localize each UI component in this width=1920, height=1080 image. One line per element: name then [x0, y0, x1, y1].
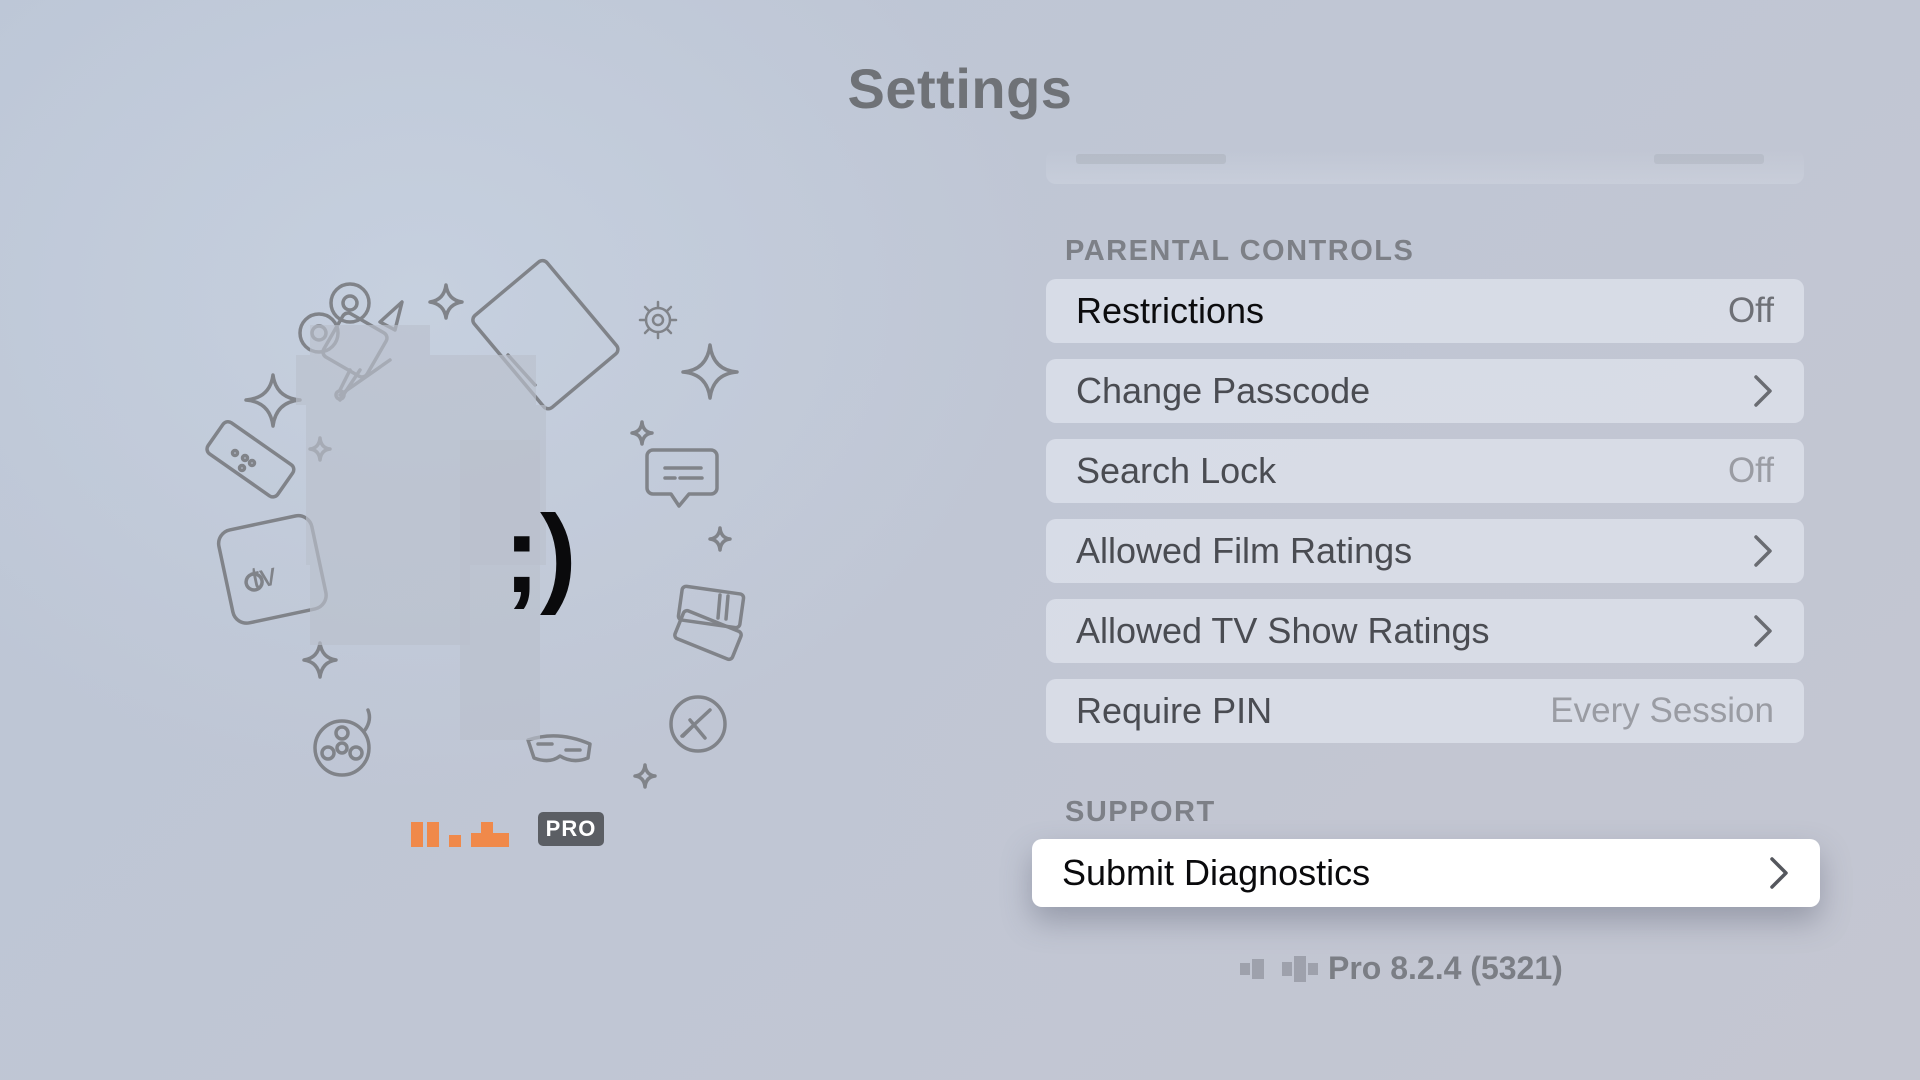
remote-icon [205, 419, 296, 499]
chevron-right-icon [1754, 375, 1772, 407]
pixelated-app-name [1240, 955, 1320, 982]
app-illustration: tv ;) PRO [190, 250, 770, 870]
row-value: Every Session [1550, 691, 1774, 730]
row-value: Off [1727, 451, 1774, 490]
subtitles-icon [645, 448, 719, 508]
allowed-film-ratings-row[interactable]: Allowed Film Ratings [1046, 519, 1804, 583]
brand-logo [411, 813, 509, 847]
chevron-right-icon [1754, 615, 1772, 647]
pro-badge: PRO [538, 812, 604, 846]
allowed-tv-show-ratings-row[interactable]: Allowed TV Show Ratings [1046, 599, 1804, 663]
search-lock-row[interactable]: Search Lock Off [1046, 439, 1804, 503]
tickets-icon [673, 584, 746, 662]
scrolled-row-above [1046, 150, 1804, 184]
submit-diagnostics-row[interactable]: Submit Diagnostics [1032, 839, 1820, 907]
row-label: Submit Diagnostics [1062, 852, 1371, 893]
film-reel-icon [313, 708, 372, 777]
row-label: Allowed TV Show Ratings [1076, 610, 1490, 651]
chevron-right-icon [1770, 857, 1788, 889]
restrictions-row[interactable]: Restrictions Off [1046, 279, 1804, 343]
change-passcode-row[interactable]: Change Passcode [1046, 359, 1804, 423]
kodi-logo-icon [669, 695, 727, 753]
chevron-right-icon [1754, 535, 1772, 567]
row-value: Off [1727, 291, 1774, 330]
require-pin-row[interactable]: Require PIN Every Session [1046, 679, 1804, 743]
version-label: Pro 8.2.4 (5321) [1240, 950, 1563, 987]
row-label: Restrictions [1076, 290, 1265, 331]
row-label: Change Passcode [1076, 370, 1371, 411]
page-title: Settings [847, 57, 1073, 120]
parental-controls-header: PARENTAL CONTROLS [1065, 235, 1415, 267]
version-text: Pro 8.2.4 (5321) [1328, 950, 1563, 986]
row-label: Allowed Film Ratings [1076, 530, 1413, 571]
row-label: Require PIN [1076, 690, 1273, 731]
support-header: SUPPORT [1065, 796, 1216, 828]
wink-emoticon: ;) [503, 493, 577, 616]
gear-icon [638, 300, 678, 340]
row-label: Search Lock [1076, 450, 1277, 491]
